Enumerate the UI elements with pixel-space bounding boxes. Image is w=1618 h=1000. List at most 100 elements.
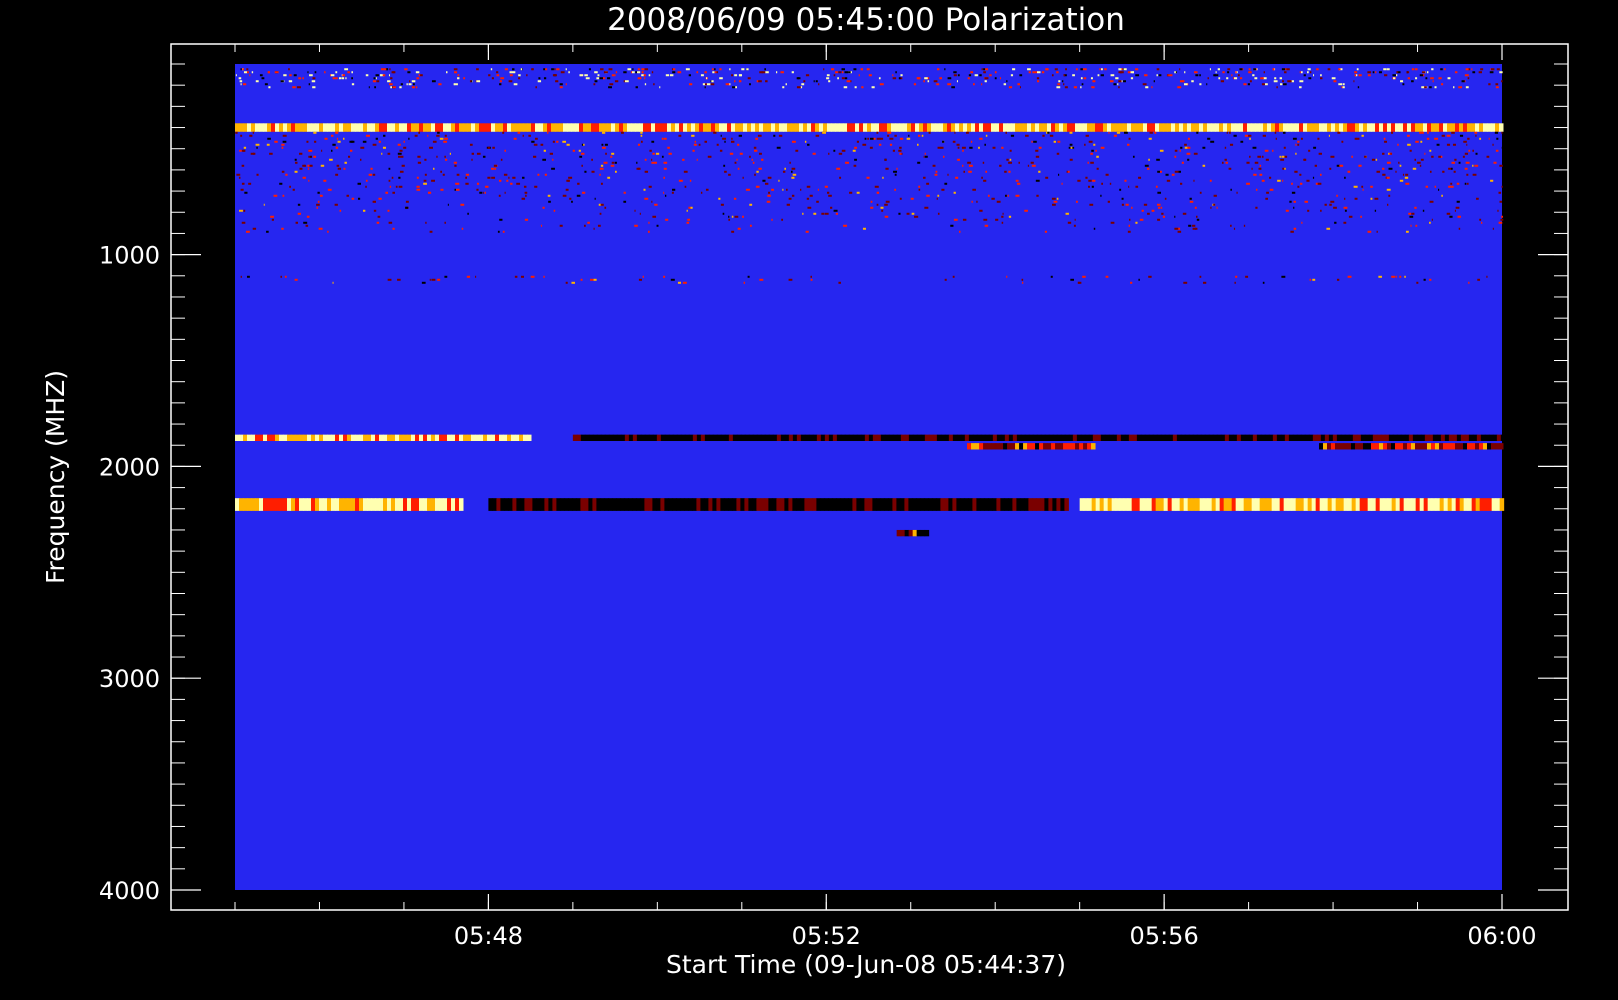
band-cell — [1411, 498, 1417, 511]
noise-pixel — [249, 134, 253, 137]
noise-pixel — [404, 68, 408, 71]
band-cell — [435, 498, 440, 511]
noise-pixel — [1093, 143, 1096, 146]
band-cell — [844, 498, 849, 511]
band-cell — [1095, 498, 1101, 511]
band-cell — [879, 123, 884, 132]
noise-pixel — [590, 278, 594, 281]
noise-pixel — [1255, 206, 1258, 209]
noise-pixel — [1249, 137, 1251, 140]
noise-pixel — [469, 143, 473, 146]
band-cell — [263, 123, 268, 132]
noise-pixel — [1093, 227, 1096, 230]
noise-pixel — [1486, 275, 1488, 278]
band-cell — [1083, 498, 1089, 511]
noise-pixel — [669, 74, 674, 77]
noise-pixel — [685, 68, 690, 71]
band-cell — [1494, 443, 1500, 450]
noise-pixel — [653, 83, 655, 86]
noise-pixel — [864, 137, 867, 140]
noise-pixel — [1001, 146, 1004, 149]
noise-pixel — [1005, 131, 1008, 134]
noise-pixel — [1009, 149, 1012, 152]
noise-pixel — [1091, 185, 1094, 188]
band-cell — [327, 123, 332, 132]
noise-pixel — [804, 140, 807, 143]
band-cell — [732, 498, 737, 511]
band-cell — [275, 434, 280, 441]
band-cell — [948, 498, 953, 511]
band-cell — [1320, 434, 1326, 441]
band-cell — [307, 434, 312, 441]
noise-pixel — [603, 161, 608, 164]
noise-pixel — [365, 185, 367, 188]
band-cell — [1240, 434, 1246, 441]
noise-pixel — [1447, 77, 1451, 80]
noise-pixel — [1490, 179, 1494, 182]
band-cell — [920, 498, 925, 511]
band-cell — [571, 123, 576, 132]
noise-pixel — [926, 194, 930, 197]
band-cell — [483, 123, 488, 132]
noise-pixel — [1422, 71, 1426, 74]
noise-pixel — [985, 170, 988, 173]
noise-pixel — [1444, 68, 1446, 71]
band-cell — [980, 498, 985, 511]
band-cell — [851, 123, 856, 132]
noise-pixel — [677, 281, 682, 284]
band-cell — [1208, 434, 1214, 441]
noise-pixel — [1282, 83, 1287, 86]
band-cell — [1431, 123, 1436, 132]
band-cell — [1366, 443, 1372, 450]
noise-pixel — [1096, 167, 1099, 170]
noise-pixel — [571, 281, 575, 284]
band-cell — [1007, 443, 1012, 450]
noise-pixel — [362, 140, 367, 143]
noise-pixel — [274, 71, 279, 74]
noise-pixel — [784, 167, 786, 170]
band-cell — [587, 123, 592, 132]
noise-pixel — [381, 152, 383, 155]
band-cell — [836, 434, 842, 441]
noise-pixel — [372, 200, 376, 203]
noise-pixel — [1118, 68, 1122, 71]
noise-pixel — [246, 71, 249, 74]
noise-pixel — [654, 203, 658, 206]
band-cell — [315, 498, 320, 511]
band-cell — [672, 498, 677, 511]
noise-pixel — [994, 71, 997, 74]
noise-pixel — [663, 275, 666, 278]
noise-pixel — [1331, 77, 1336, 80]
noise-pixel — [1142, 83, 1147, 86]
noise-pixel — [1425, 185, 1429, 188]
noise-pixel — [497, 230, 500, 233]
noise-pixel — [889, 143, 893, 146]
noise-pixel — [731, 74, 733, 77]
noise-pixel — [1263, 71, 1265, 74]
noise-pixel — [1395, 170, 1397, 173]
noise-pixel — [344, 68, 349, 71]
noise-pixel — [854, 146, 858, 149]
band-cell — [892, 434, 898, 441]
band-cell — [1039, 443, 1044, 450]
band-cell — [852, 498, 857, 511]
band-cell — [1283, 123, 1288, 132]
noise-pixel — [878, 143, 882, 146]
band-cell — [263, 434, 268, 441]
noise-pixel — [766, 200, 771, 203]
noise-pixel — [785, 83, 787, 86]
noise-pixel — [559, 86, 563, 89]
band-cell — [1048, 498, 1053, 511]
band-cell — [1466, 443, 1472, 450]
noise-pixel — [264, 83, 268, 86]
noise-pixel — [302, 176, 306, 179]
noise-pixel — [444, 221, 446, 224]
noise-pixel — [881, 209, 884, 212]
noise-pixel — [1235, 71, 1237, 74]
noise-pixel — [241, 221, 246, 224]
noise-pixel — [1096, 155, 1099, 158]
noise-pixel — [1260, 77, 1264, 80]
noise-pixel — [1083, 77, 1087, 80]
band-cell — [1443, 498, 1449, 511]
noise-pixel — [554, 68, 556, 71]
